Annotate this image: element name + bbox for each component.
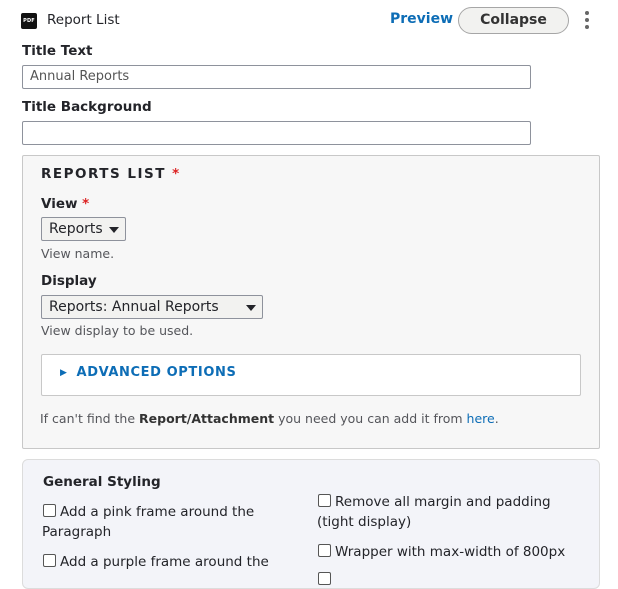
- required-marker: *: [82, 196, 90, 212]
- view-label: View *: [41, 196, 89, 212]
- general-styling-title: General Styling: [43, 474, 161, 490]
- remove-margin-label-line2: (tight display): [317, 514, 412, 530]
- view-description: View name.: [41, 246, 115, 261]
- next-option-checkbox[interactable]: [318, 572, 331, 585]
- max-width-checkbox[interactable]: [318, 544, 331, 557]
- reports-list-legend-text: REPORTS LIST: [41, 166, 166, 182]
- max-width-label-line1: Wrapper with max-width of 800px: [335, 544, 566, 560]
- title-text-label: Title Text: [22, 43, 93, 59]
- pink-frame-label-line2: Paragraph: [42, 524, 112, 540]
- display-select[interactable]: Reports: Annual Reports: [41, 295, 263, 319]
- reports-list-legend: REPORTS LIST *: [41, 166, 181, 182]
- purple-frame-label[interactable]: Add a purple frame around the: [60, 552, 300, 572]
- collapse-button[interactable]: Collapse: [458, 7, 569, 34]
- more-actions-icon[interactable]: [584, 11, 590, 31]
- required-marker: *: [172, 166, 181, 182]
- title-background-input[interactable]: [22, 121, 531, 145]
- advanced-options-toggle[interactable]: ▶ ADVANCED OPTIONS: [60, 365, 236, 380]
- view-select-value: Reports: [49, 221, 103, 237]
- title-background-label: Title Background: [22, 99, 152, 115]
- help-text-prefix: If can't find the: [40, 411, 140, 426]
- display-label: Display: [41, 273, 97, 289]
- view-label-text: View: [41, 196, 78, 212]
- display-select-value: Reports: Annual Reports: [49, 299, 219, 315]
- help-text-middle: you need you can add it from: [274, 411, 467, 426]
- max-width-label[interactable]: Wrapper with max-width of 800px: [335, 542, 595, 562]
- view-select[interactable]: Reports: [41, 217, 126, 241]
- pink-frame-label-line1: Add a pink frame around the: [60, 504, 255, 520]
- help-text-suffix: .: [494, 411, 499, 426]
- advanced-options-label: ADVANCED OPTIONS: [76, 365, 237, 380]
- chevron-down-icon: [109, 227, 119, 233]
- chevron-down-icon: [246, 305, 256, 311]
- purple-frame-label-line1: Add a purple frame around the: [60, 554, 269, 570]
- remove-margin-label[interactable]: Remove all margin and padding (tight dis…: [317, 492, 595, 532]
- pink-frame-checkbox[interactable]: [43, 504, 56, 517]
- pdf-icon: PDF: [21, 13, 37, 29]
- preview-button[interactable]: Preview: [390, 11, 453, 27]
- triangle-right-icon: ▶: [60, 368, 68, 378]
- here-link[interactable]: here: [467, 411, 495, 426]
- remove-margin-checkbox[interactable]: [318, 494, 331, 507]
- title-text-input[interactable]: Annual Reports: [22, 65, 531, 89]
- pink-frame-label[interactable]: Add a pink frame around the Paragraph: [42, 502, 300, 542]
- help-text-bold: Report/Attachment: [139, 411, 275, 426]
- paragraph-title: Report List: [47, 12, 120, 28]
- remove-margin-label-line1: Remove all margin and padding: [335, 494, 551, 510]
- purple-frame-checkbox[interactable]: [43, 554, 56, 567]
- help-text: If can't find the Report/Attachment you …: [40, 411, 499, 426]
- display-description: View display to be used.: [41, 323, 194, 338]
